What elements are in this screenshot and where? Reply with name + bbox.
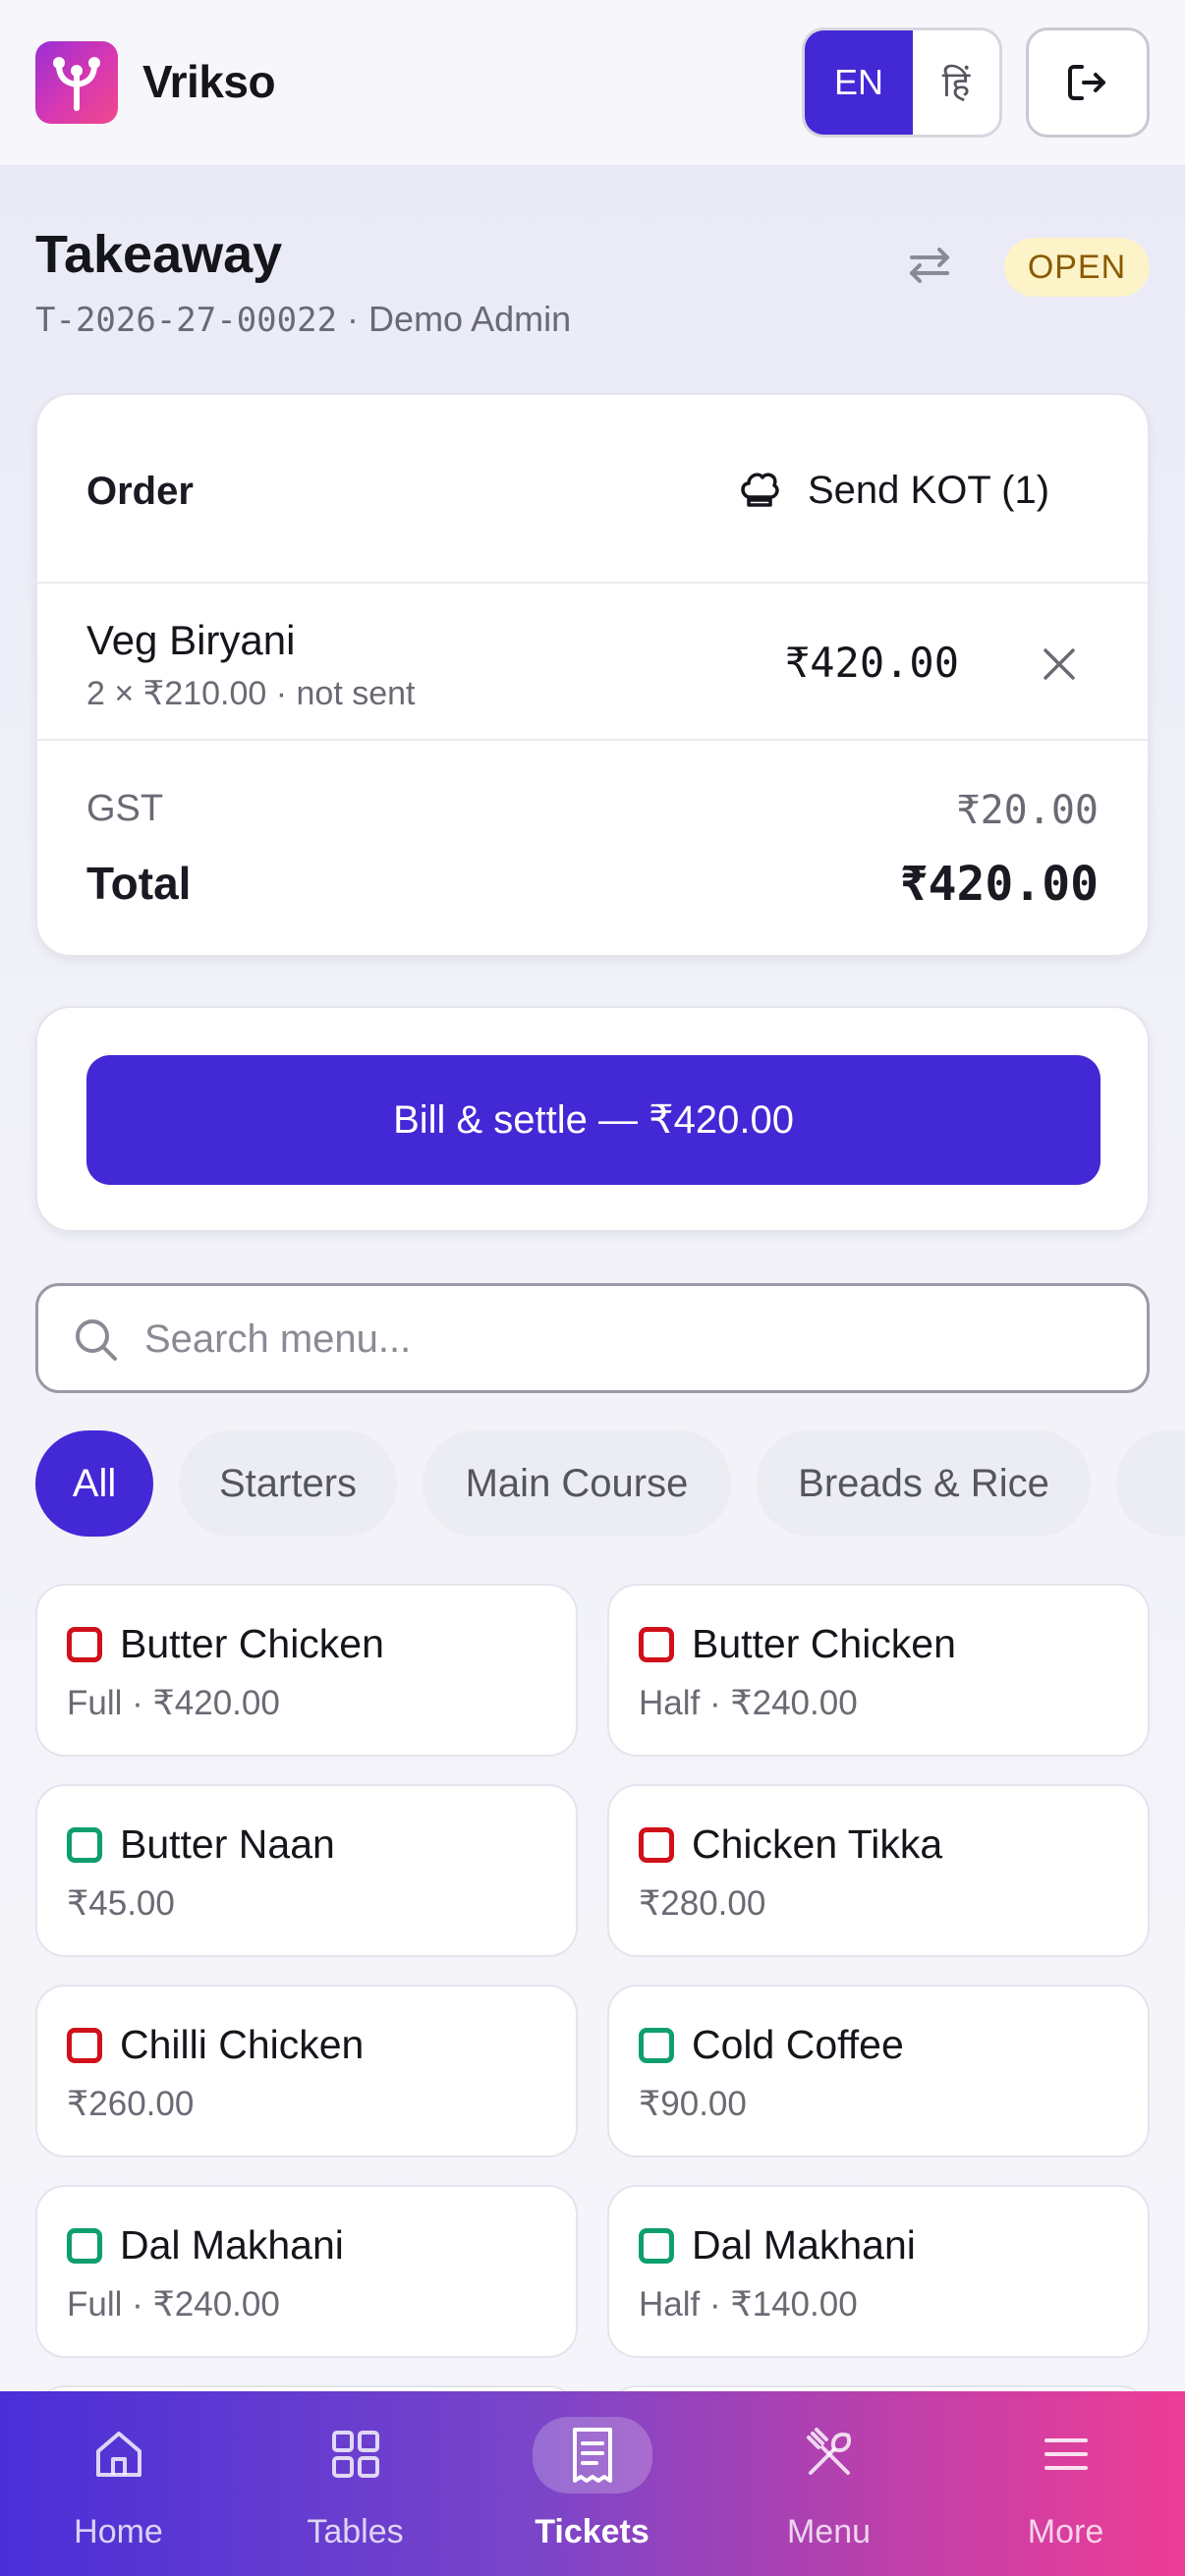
nav-menu-label: Menu [786,2513,872,2550]
menu-item-name: Chilli Chicken [120,2022,365,2067]
veg-indicator-icon [67,2228,102,2264]
menu-item-name: Butter Chicken [692,1621,956,1666]
nonveg-indicator-icon [639,1827,674,1863]
menu-lines-icon [1031,2419,1101,2490]
menu-item-card[interactable]: Dal Makhani Full · ₹240.00 [35,2185,578,2358]
nav-menu[interactable]: Menu [710,2391,947,2576]
category-chip-more[interactable] [1116,1430,1185,1537]
remove-item-icon[interactable] [1038,643,1081,686]
order-header: Order Send KOT (1) [37,395,1148,584]
gst-label: GST [86,788,164,829]
item-name: Veg Biryani [86,617,296,663]
app-logo [35,41,118,124]
home-icon [84,2419,154,2490]
tree-icon [53,57,100,111]
menu-item-card[interactable]: Chicken Tikka ₹280.00 [607,1784,1150,1957]
ticket-meta: T-2026-27-00022 · Demo Admin [35,299,571,340]
menu-search [35,1283,1150,1393]
ticket-owner: Demo Admin [368,299,572,339]
lang-en-button[interactable]: EN [805,30,913,135]
app-name: Vrikso [142,56,276,107]
menu-item-name: Cold Coffee [692,2022,904,2067]
chef-hat-icon [741,473,779,507]
bill-settle-button[interactable]: Bill & settle — ₹420.00 [86,1055,1100,1185]
meta-separator: · [337,299,369,339]
nav-tickets-label: Tickets [535,2513,649,2550]
menu-item-price: ₹90.00 [639,2085,747,2123]
grid-icon [320,2419,391,2490]
item-detail: 2 × ₹210.00 · not sent [86,675,416,712]
menu-item-price: Half · ₹140.00 [639,2285,858,2324]
gst-amount: ₹20.00 [956,788,1100,833]
send-kot-button[interactable]: Send KOT (1) [737,456,1049,525]
search-input[interactable] [144,1310,1107,1369]
menu-item-price: ₹280.00 [639,1884,766,1923]
menu-item-name: Butter Naan [120,1821,335,1867]
menu-item-card[interactable]: Cold Coffee ₹90.00 [607,1985,1150,2157]
menu-item-card[interactable]: Butter Naan ₹45.00 [35,1784,578,1957]
item-amount: ₹420.00 [784,639,959,687]
menu-item-card[interactable]: Chilli Chicken ₹260.00 [35,1985,578,2157]
menu-item-name: Dal Makhani [120,2222,344,2268]
order-label: Order [86,470,194,513]
menu-item-card[interactable]: Butter Chicken Half · ₹240.00 [607,1584,1150,1757]
utensils-icon [794,2419,865,2490]
search-icon [76,1319,117,1361]
menu-item-name: Chicken Tikka [692,1821,943,1867]
page-title: Takeaway [35,225,283,284]
settle-card: Bill & settle — ₹420.00 [35,1006,1150,1232]
receipt-icon [533,2417,652,2493]
category-chip-starters[interactable]: Starters [179,1430,397,1537]
total-label: Total [86,858,192,909]
nav-tables[interactable]: Tables [237,2391,474,2576]
menu-item-price: Full · ₹420.00 [67,1684,280,1722]
nonveg-indicator-icon [639,1627,674,1662]
nonveg-indicator-icon [67,1627,102,1662]
app-header: Vrikso EN हिं [0,0,1185,167]
ticket-number: T-2026-27-00022 [35,301,338,340]
menu-item-price: ₹260.00 [67,2085,195,2123]
menu-item-name: Dal Makhani [692,2222,916,2268]
nonveg-indicator-icon [67,2028,102,2063]
veg-indicator-icon [639,2028,674,2063]
category-chip-all[interactable]: All [35,1430,153,1537]
logout-button[interactable] [1026,28,1150,138]
menu-item-card[interactable]: Butter Chicken Full · ₹420.00 [35,1584,578,1757]
nav-tables-label: Tables [307,2513,404,2550]
category-chip-breads-rice[interactable]: Breads & Rice [757,1430,1091,1537]
language-toggle: EN हिं [802,28,1002,138]
nav-home-label: Home [74,2513,163,2550]
menu-item-card[interactable]: Dal Makhani Half · ₹140.00 [607,2185,1150,2358]
send-kot-label: Send KOT (1) [808,468,1050,512]
total-amount: ₹420.00 [899,857,1099,912]
nav-more[interactable]: More [947,2391,1184,2576]
nav-tickets[interactable]: Tickets [474,2391,710,2576]
menu-item-price: ₹45.00 [67,1884,175,1923]
swap-arrows-icon [910,248,949,283]
category-chip-main-course[interactable]: Main Course [423,1430,731,1537]
veg-indicator-icon [67,1827,102,1863]
order-line-item: Veg Biryani 2 × ₹210.00 · not sent ₹420.… [37,584,1148,741]
nav-more-label: More [1027,2513,1104,2550]
menu-item-price: Half · ₹240.00 [639,1684,858,1722]
menu-item-name: Butter Chicken [120,1621,384,1666]
menu-item-price: Full · ₹240.00 [67,2285,280,2324]
nav-home[interactable]: Home [0,2391,237,2576]
lang-hi-button[interactable]: हिं [913,30,999,135]
order-card: Order Send KOT (1) Veg Biryani 2 × ₹210.… [35,393,1150,957]
veg-indicator-icon [639,2228,674,2264]
status-badge: OPEN [1004,238,1150,297]
bottom-nav: Home Tables Tickets Menu More [0,2391,1185,2576]
transfer-button[interactable] [900,236,959,295]
category-chips: All Starters Main Course Breads & Rice [35,1430,1185,1537]
logout-icon [1068,65,1105,100]
